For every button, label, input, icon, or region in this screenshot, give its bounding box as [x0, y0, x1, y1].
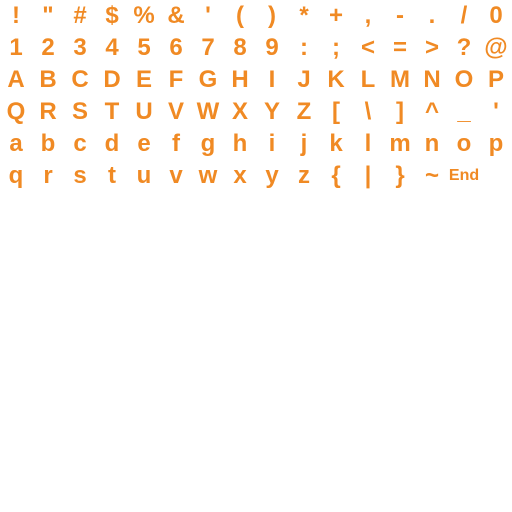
glyph-cell: 9 [265, 34, 279, 61]
glyph-cell: b [40, 130, 56, 157]
glyph-cell: ( [236, 2, 244, 29]
glyph-cell: Y [263, 98, 280, 125]
glyph-cell: * [299, 2, 309, 29]
glyph-cell: E [135, 66, 152, 93]
glyph-cell: ] [396, 98, 404, 125]
glyph-cell: X [231, 98, 248, 125]
glyph-cell: x [233, 162, 247, 189]
glyph-cell: 0 [489, 2, 503, 29]
glyph-cell: l [364, 130, 372, 157]
glyph-cell: d [104, 130, 120, 157]
glyph-cell: \ [364, 98, 372, 125]
glyph-cell: e [137, 130, 151, 157]
glyph-cell: G [198, 66, 218, 93]
glyph-cell: 2 [41, 34, 55, 61]
glyph-cell: a [9, 130, 23, 157]
glyph-cell: - [396, 2, 404, 29]
glyph-cell: 3 [73, 34, 87, 61]
glyph-cell: f [172, 130, 180, 157]
glyph-cell: _ [457, 98, 471, 125]
glyph-cell: T [104, 98, 120, 125]
glyph-cell: @ [484, 34, 508, 61]
glyph-cell: v [169, 162, 183, 189]
glyph-cell: R [39, 98, 57, 125]
glyph-cell: ' [493, 98, 499, 125]
glyph-cell: D [103, 66, 121, 93]
glyph-cell: , [364, 2, 372, 29]
glyph-cell: ! [12, 2, 20, 29]
glyph-cell: K [327, 66, 345, 93]
glyph-cell: < [360, 34, 375, 61]
glyph-cell: ? [456, 34, 472, 61]
glyph-cell: z [298, 162, 310, 189]
glyph-cell: 4 [105, 34, 119, 61]
end-label: End [448, 167, 480, 184]
glyph-cell: | [364, 162, 372, 189]
glyph-cell: . [428, 2, 436, 29]
glyph-cell: ; [332, 34, 340, 61]
glyph-cell: / [460, 2, 468, 29]
glyph-cell: P [487, 66, 504, 93]
glyph-cell: g [200, 130, 216, 157]
glyph-cell: Q [6, 98, 26, 125]
glyph-cell: I [268, 66, 276, 93]
glyph-cell: N [423, 66, 441, 93]
glyph-cell: B [39, 66, 57, 93]
glyph-cell: ) [268, 2, 276, 29]
glyph-cell: V [167, 98, 184, 125]
glyph-cell: Z [296, 98, 312, 125]
glyph-cell: O [454, 66, 474, 93]
glyph-cell: 8 [233, 34, 247, 61]
glyph-cell: % [133, 2, 155, 29]
glyph-cell: w [198, 162, 218, 189]
glyph-sheet: ! " # $ % & ' ( ) * + , - . / 0 1 2 3 4 … [0, 0, 512, 192]
glyph-cell: [ [332, 98, 340, 125]
glyph-cell: c [73, 130, 87, 157]
glyph-cell: + [328, 2, 343, 29]
glyph-cell: t [108, 162, 116, 189]
glyph-cell: u [136, 162, 152, 189]
glyph-cell: j [300, 130, 308, 157]
glyph-cell: i [268, 130, 276, 157]
glyph-cell: > [424, 34, 439, 61]
glyph-cell: U [135, 98, 153, 125]
glyph-cell: o [456, 130, 472, 157]
glyph-cell: " [42, 2, 54, 29]
glyph-cell: 7 [201, 34, 215, 61]
glyph-cell: r [43, 162, 53, 189]
glyph-cell: & [167, 2, 185, 29]
glyph-cell: y [265, 162, 279, 189]
glyph-cell: ^ [424, 98, 439, 125]
glyph-cell: W [196, 98, 220, 125]
glyph-cell: 5 [137, 34, 151, 61]
glyph-cell: p [488, 130, 504, 157]
glyph-cell: m [389, 130, 411, 157]
glyph-cell: q [8, 162, 24, 189]
glyph-cell: F [168, 66, 184, 93]
glyph-cell: = [392, 34, 407, 61]
glyph-cell: S [71, 98, 88, 125]
glyph-cell: k [329, 130, 343, 157]
glyph-cell: } [395, 162, 405, 189]
glyph-cell: $ [105, 2, 119, 29]
glyph-cell: C [71, 66, 89, 93]
glyph-cell: 6 [169, 34, 183, 61]
glyph-cell: ~ [424, 162, 439, 189]
glyph-cell: n [424, 130, 440, 157]
glyph-cell: J [297, 66, 311, 93]
glyph-cell: { [331, 162, 341, 189]
glyph-cell: A [7, 66, 25, 93]
glyph-cell: H [231, 66, 249, 93]
glyph-cell: : [300, 34, 308, 61]
glyph-cell: M [390, 66, 410, 93]
glyph-cell: ' [205, 2, 211, 29]
glyph-cell: L [360, 66, 376, 93]
glyph-cell: # [73, 2, 87, 29]
glyph-cell: s [73, 162, 87, 189]
glyph-cell: h [232, 130, 248, 157]
glyph-cell: 1 [9, 34, 23, 61]
